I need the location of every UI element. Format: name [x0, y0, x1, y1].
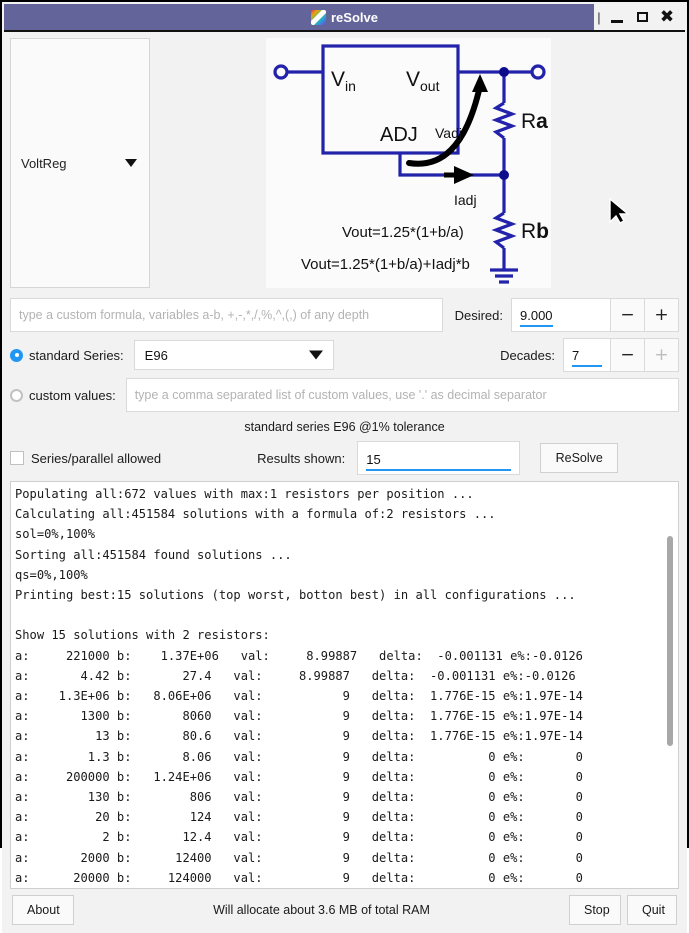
results-shown-input[interactable]: 15: [357, 441, 521, 475]
circuit-diagram: Vin Vout ADJ Vadj Iadj Ra Rb Vout=1.25*(…: [266, 38, 551, 288]
decades-value: 7: [572, 347, 602, 367]
diagram-formula-1: Vout=1.25*(1+b/a): [342, 224, 464, 241]
log-scrollbar[interactable]: [664, 484, 676, 887]
decades-input[interactable]: 7: [563, 338, 611, 372]
circuit-type-value: VoltReg: [21, 155, 67, 171]
series-parallel-label: Series/parallel allowed: [31, 450, 162, 466]
series-select-value: E96: [144, 347, 168, 363]
decades-label: Decades:: [500, 347, 555, 363]
custom-values-row: custom values: type a comma separated li…: [10, 378, 679, 412]
title-bar-center: reSolve: [4, 9, 685, 25]
desired-increment-button[interactable]: +: [645, 298, 679, 332]
log-scrollbar-thumb[interactable]: [667, 536, 673, 746]
custom-values-input[interactable]: type a comma separated list of custom va…: [125, 378, 679, 412]
custom-values-label: custom values:: [29, 387, 116, 403]
diagram-label-adj: ADJ: [380, 124, 418, 146]
circuit-diagram-svg: Vin Vout ADJ Vadj Iadj Ra Rb Vout=1.25*(…: [266, 38, 551, 288]
diagram-label-vadj: Vadj: [435, 125, 462, 141]
diagram-label-iadj: Iadj: [454, 192, 477, 208]
about-button[interactable]: About: [12, 895, 74, 926]
main-content: VoltReg Vin Vout ADJ Vadj Iadj Ra Rb Vou…: [2, 32, 687, 933]
stop-button[interactable]: Stop: [569, 895, 621, 926]
app-window: reSolve | ✖ VoltReg Vin Vout ADJ Vadj Ia…: [0, 0, 689, 933]
diagram-label-ra: Ra: [521, 110, 548, 133]
resolve-button[interactable]: ReSolve: [540, 443, 619, 473]
results-shown-label: Results shown:: [257, 450, 346, 466]
desired-value: 9.000: [520, 307, 553, 327]
standard-series-label: standard Series:: [29, 347, 124, 363]
diagram-label-rb: Rb: [521, 220, 549, 243]
maximize-icon[interactable]: [630, 5, 654, 29]
footer-bar: About Will allocate about 3.6 MB of tota…: [10, 889, 679, 927]
circuit-type-dropdown[interactable]: VoltReg: [10, 38, 150, 288]
window-controls: | ✖: [594, 4, 685, 30]
desired-label: Desired:: [454, 307, 503, 323]
desired-input[interactable]: 9.000: [511, 298, 611, 332]
app-logo-icon: [311, 9, 326, 25]
desired-decrement-button[interactable]: −: [611, 298, 645, 332]
standard-series-row: standard Series: E96 Decades: 7 − +: [10, 338, 679, 372]
decades-increment-button: +: [645, 338, 679, 372]
results-log-text: Populating all:672 values with max:1 res…: [15, 487, 583, 885]
chevron-down-icon: [308, 350, 323, 360]
formula-row: type a custom formula, variables a-b, +,…: [10, 298, 679, 332]
options-row: Series/parallel allowed Results shown: 1…: [10, 441, 679, 475]
results-log-panel: Populating all:672 values with max:1 res…: [10, 481, 679, 890]
results-shown-value: 15: [366, 451, 512, 471]
custom-formula-input[interactable]: type a custom formula, variables a-b, +,…: [10, 298, 443, 332]
window-title: reSolve: [331, 9, 378, 25]
top-section: VoltReg Vin Vout ADJ Vadj Iadj Ra Rb Vou…: [10, 38, 679, 292]
tolerance-note: standard series E96 @1% tolerance: [244, 420, 445, 434]
diagram-formula-2: Vout=1.25*(1+b/a)+Iadj*b: [301, 256, 470, 273]
series-parallel-checkbox[interactable]: [10, 451, 24, 465]
mouse-cursor-icon: [609, 198, 630, 224]
title-bar: reSolve | ✖: [4, 4, 685, 32]
quit-button[interactable]: Quit: [627, 895, 677, 926]
series-select[interactable]: E96: [133, 340, 334, 370]
custom-values-radio[interactable]: [10, 388, 23, 402]
close-icon[interactable]: ✖: [655, 5, 679, 29]
standard-series-radio[interactable]: [10, 348, 23, 362]
window-menu-icon[interactable]: |: [594, 5, 604, 29]
minimize-icon[interactable]: [605, 5, 629, 29]
decades-decrement-button[interactable]: −: [611, 338, 645, 372]
chevron-down-icon: [125, 159, 137, 167]
status-text: Will allocate about 3.6 MB of total RAM: [213, 903, 430, 918]
